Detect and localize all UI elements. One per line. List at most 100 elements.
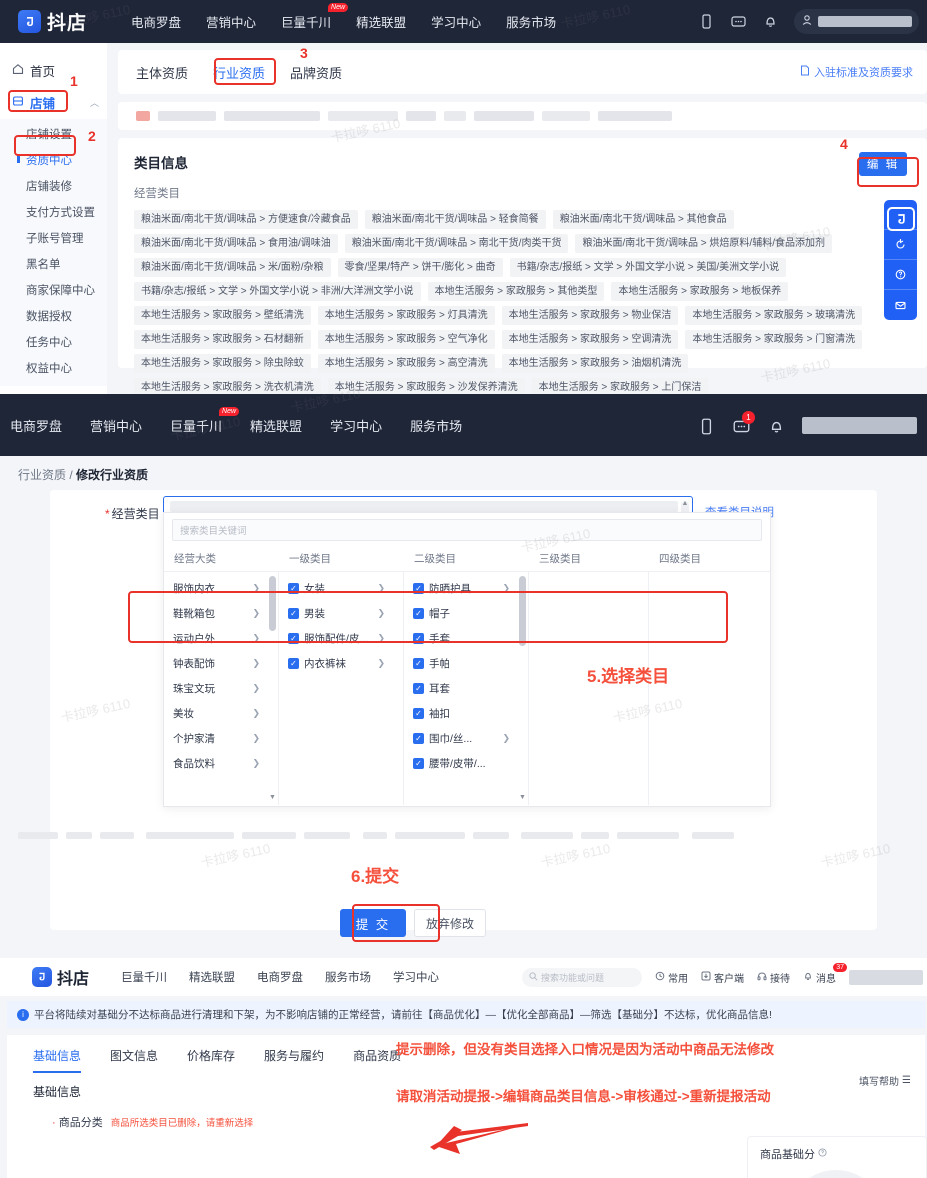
nav3-reception[interactable]: 接待 xyxy=(757,970,790,985)
nav-link-0[interactable]: 电商罗盘 xyxy=(131,12,181,31)
bell-icon[interactable] xyxy=(767,417,784,434)
nav-link-1[interactable]: 营销中心 xyxy=(206,12,256,31)
sidebar-item-home-label: 首页 xyxy=(30,65,56,79)
mask-chip xyxy=(158,111,216,121)
category-option[interactable]: ✓ 防晒护具 ❯ xyxy=(404,576,528,601)
category-option[interactable]: ✓ 手帕 xyxy=(404,651,528,676)
category-option[interactable]: ✓ 围巾/丝... ❯ xyxy=(404,726,528,751)
tab-brand-qualification[interactable]: 品牌资质 xyxy=(290,63,342,82)
checkbox-checked-icon[interactable]: ✓ xyxy=(288,583,299,594)
doudian-logo[interactable]: 抖店 xyxy=(18,8,87,35)
checkbox-checked-icon[interactable]: ✓ xyxy=(288,633,299,644)
nav-link-5[interactable]: 服务市场 xyxy=(506,12,556,31)
entry-standard-link[interactable]: 入驻标准及资质要求 xyxy=(800,64,913,80)
sidebar-item-benefits-center[interactable]: 权益中心 xyxy=(0,355,107,381)
nav2-link-4[interactable]: 学习中心 xyxy=(330,416,382,435)
tab-industry-qualification[interactable]: 行业资质 xyxy=(213,63,265,82)
chevron-down-icon[interactable]: ▼ xyxy=(519,794,526,801)
edit-button[interactable]: 编 辑 xyxy=(859,152,907,176)
category-option[interactable]: ✓ 内衣裤袜 ❯ xyxy=(279,651,403,676)
nav3-link-2[interactable]: 电商罗盘 xyxy=(257,969,303,985)
nav2-link-1[interactable]: 营销中心 xyxy=(90,416,142,435)
nav3-link-0[interactable]: 巨量千川 xyxy=(121,969,167,985)
nav2-link-5[interactable]: 服务市场 xyxy=(410,416,462,435)
category-option[interactable]: ✓ 耳套 xyxy=(404,676,528,701)
checkbox-checked-icon[interactable]: ✓ xyxy=(413,758,424,769)
question-icon[interactable] xyxy=(884,260,917,290)
tab-service-fulfillment[interactable]: 服务与履约 xyxy=(264,1047,324,1073)
checkbox-checked-icon[interactable]: ✓ xyxy=(413,683,424,694)
search-input[interactable]: 搜索功能或问题 xyxy=(522,967,642,987)
category-option[interactable]: 服饰内衣 ❯ xyxy=(164,576,278,601)
nav-link-4[interactable]: 学习中心 xyxy=(431,12,481,31)
sidebar-item-shop-decoration[interactable]: 店铺装修 xyxy=(0,173,107,199)
nav-link-label: 营销中心 xyxy=(90,418,143,434)
chevron-up-icon[interactable]: ▲ xyxy=(681,500,689,507)
category-option[interactable]: 运动户外 ❯ xyxy=(164,626,278,651)
checkbox-checked-icon[interactable]: ✓ xyxy=(413,633,424,644)
category-option[interactable]: ✓ 手套 xyxy=(404,626,528,651)
tab-price-stock[interactable]: 价格库存 xyxy=(187,1047,235,1073)
checkbox-checked-icon[interactable]: ✓ xyxy=(413,733,424,744)
refresh-icon[interactable] xyxy=(884,230,917,260)
col-header-3: 三级类目 xyxy=(539,553,581,565)
tab-subject-qualification[interactable]: 主体资质 xyxy=(136,63,188,82)
category-option[interactable]: ✓ 袖扣 xyxy=(404,701,528,726)
nav-link-3[interactable]: 精选联盟 xyxy=(356,12,406,31)
nav2-link-3[interactable]: 精选联盟 xyxy=(250,416,302,435)
checkbox-checked-icon[interactable]: ✓ xyxy=(413,583,424,594)
fill-help-link[interactable]: 填写帮助 ☰ xyxy=(859,1073,911,1088)
goods-score-title-row: 商品基础分 xyxy=(760,1146,926,1162)
bell-icon[interactable] xyxy=(762,13,779,30)
nav3-client[interactable]: 客户端 xyxy=(701,970,744,985)
mail-icon[interactable] xyxy=(884,290,917,320)
category-option[interactable]: ✓ 女装 ❯ xyxy=(279,576,403,601)
breadcrumb-parent[interactable]: 行业资质 xyxy=(18,468,66,482)
message-icon[interactable] xyxy=(730,13,747,30)
category-option[interactable]: 鞋靴箱包 ❯ xyxy=(164,601,278,626)
sidebar-item-data-auth[interactable]: 数据授权 xyxy=(0,303,107,329)
category-option[interactable]: 个护家清 ❯ xyxy=(164,726,278,751)
category-option[interactable]: ✓ 帽子 xyxy=(404,601,528,626)
sidebar-item-subaccount-mgmt[interactable]: 子账号管理 xyxy=(0,225,107,251)
chevron-down-icon[interactable]: ▼ xyxy=(269,794,276,801)
checkbox-checked-icon[interactable]: ✓ xyxy=(288,658,299,669)
nav2-link-0[interactable]: 电商罗盘 xyxy=(10,416,62,435)
checkbox-checked-icon[interactable]: ✓ xyxy=(413,658,424,669)
message-icon[interactable]: 1 xyxy=(732,410,755,434)
checkbox-checked-icon[interactable]: ✓ xyxy=(413,708,424,719)
sidebar-item-qualification-center[interactable]: 资质中心 xyxy=(0,147,107,173)
nav3-link-4[interactable]: 学习中心 xyxy=(393,969,439,985)
account-menu[interactable] xyxy=(794,9,919,34)
sidebar-item-blacklist[interactable]: 黑名单 xyxy=(0,251,107,277)
checkbox-checked-icon[interactable]: ✓ xyxy=(288,608,299,619)
mobile-icon[interactable] xyxy=(697,417,714,434)
sidebar-group-shop[interactable]: 店铺 ︿ xyxy=(0,86,107,119)
cancel-button[interactable]: 放弃修改 xyxy=(414,909,487,937)
sidebar-item-merchant-guarantee[interactable]: 商家保障中心 xyxy=(0,277,107,303)
tab-media-info[interactable]: 图文信息 xyxy=(110,1047,158,1073)
help-icon[interactable] xyxy=(818,1148,827,1160)
category-option[interactable]: 美妆 ❯ xyxy=(164,701,278,726)
tab-basic-info[interactable]: 基础信息 xyxy=(33,1047,82,1073)
category-option[interactable]: ✓ 腰带/皮带/... xyxy=(404,751,528,776)
dropdown-search-input[interactable]: 搜索类目关键词 xyxy=(172,519,762,541)
category-option[interactable]: ✓ 服饰配件/皮... ❯ xyxy=(279,626,403,651)
nav3-link-1[interactable]: 精选联盟 xyxy=(189,969,235,985)
nav3-frequent[interactable]: 常用 xyxy=(655,970,688,985)
sidebar-item-home[interactable]: 首页 xyxy=(0,55,107,86)
category-option[interactable]: ✓ 男装 ❯ xyxy=(279,601,403,626)
category-option[interactable]: 钟表配饰 ❯ xyxy=(164,651,278,676)
nav3-messages[interactable]: 消息 37 xyxy=(803,962,847,985)
nav3-link-3[interactable]: 服务市场 xyxy=(325,969,371,985)
category-option[interactable]: 珠宝文玩 ❯ xyxy=(164,676,278,701)
sidebar-item-payment-settings[interactable]: 支付方式设置 xyxy=(0,199,107,225)
category-option[interactable]: 食品饮料 ❯ xyxy=(164,751,278,776)
checkbox-checked-icon[interactable]: ✓ xyxy=(413,608,424,619)
tab-goods-qualification[interactable]: 商品资质 xyxy=(353,1047,401,1073)
nav-link-2[interactable]: 巨量千川 New xyxy=(281,3,349,31)
mobile-icon[interactable] xyxy=(698,13,715,30)
sidebar-item-task-center[interactable]: 任务中心 xyxy=(0,329,107,355)
submit-button[interactable]: 提 交 xyxy=(340,909,406,937)
nav2-link-2[interactable]: 巨量千川 New xyxy=(170,406,240,435)
